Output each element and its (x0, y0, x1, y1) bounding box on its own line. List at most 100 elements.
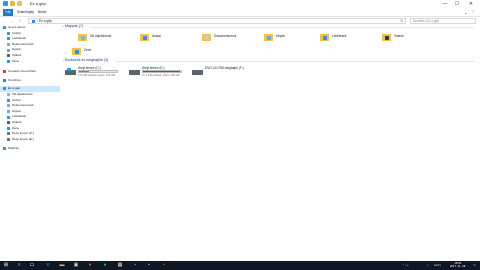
app-icon[interactable]: ▦ (116, 262, 124, 269)
start-button[interactable]: ⊞ (2, 262, 10, 269)
clock-date: 2017. 11. 28. (449, 264, 467, 269)
documents-folder-icon (202, 33, 211, 41)
ribbon-expand-button[interactable]: ⌄ (462, 9, 469, 16)
tab-view[interactable]: Nézet (36, 9, 48, 16)
group-header-folders[interactable]: Mappák (7) (65, 24, 83, 29)
edge-icon[interactable]: e (44, 262, 52, 269)
pictures-icon (7, 48, 10, 52)
drive-1[interactable]: Helyi lemez (C:) 173 GB szabad, teljes: 2… (65, 66, 129, 80)
music-icon (7, 126, 10, 130)
breadcrumb-this-pc[interactable]: Ez a gép (39, 19, 52, 23)
videos-folder-icon (382, 33, 391, 41)
refresh-button[interactable]: ↻ (400, 19, 403, 23)
folder-label: Zene (84, 48, 92, 52)
drive-usage-fill (143, 71, 180, 72)
up-button[interactable]: ↑ (19, 18, 21, 24)
downloads-folder-icon (320, 33, 329, 41)
pictures-icon (7, 110, 10, 114)
nav-item-label: Zene (12, 58, 20, 63)
app-icon[interactable]: ▪ (160, 262, 168, 269)
language-indicator[interactable]: HUN (434, 261, 441, 270)
title-bar: Ez a gép — ☐ ✕ (0, 0, 480, 9)
drive-c-icon (7, 132, 10, 136)
nav-item-label: Ez a gép (8, 86, 21, 90)
maximize-button[interactable]: ☐ (452, 0, 462, 9)
nav-item-creative-cloud-files[interactable]: Creative Cloud Files (0, 69, 60, 75)
firefox-icon[interactable]: ● (86, 262, 94, 269)
download-icon (7, 37, 10, 41)
task-view-icon[interactable]: ▭ (28, 262, 36, 269)
content-pane: ⌄ Mappák (7) 3D objektumok Asztal Dokument… (62, 24, 480, 260)
drive-usage-bar (142, 70, 182, 73)
minimize-button[interactable]: — (440, 0, 450, 9)
drive-free-space: 11,7 GB szabad, teljes: 465 GB (142, 74, 180, 77)
hard-drive-icon (129, 68, 140, 75)
3d-objects-icon (7, 93, 10, 97)
tray-icons[interactable]: ⌃ ▪ ▪ (402, 261, 408, 270)
drive-usage-fill (79, 71, 90, 72)
documents-icon (7, 104, 10, 108)
nav-item-onedrive[interactable]: OneDrive (0, 78, 60, 84)
properties-icon[interactable] (10, 1, 15, 6)
address-bar[interactable]: › Ez a gép ↻ (28, 18, 406, 24)
premiere-icon[interactable]: ▪ (145, 262, 153, 269)
folder-dokumentumok[interactable]: Dokumentumok (202, 31, 260, 45)
drive-3[interactable]: DVD-CD-RW-meghajtó (F:) (192, 66, 256, 80)
dvd-drive-icon (192, 68, 203, 75)
close-button[interactable]: ✕ (466, 0, 476, 9)
desktop-icon (7, 98, 10, 102)
star-icon (3, 26, 6, 30)
file-explorer-icon[interactable]: ▬ (58, 262, 66, 269)
videos-icon (7, 121, 10, 125)
folder-label: 3D objektumok (90, 34, 112, 38)
back-button[interactable]: ← (3, 18, 7, 24)
nav-item-label: Helyi lemez (E:) (12, 136, 34, 141)
music-folder-icon (72, 47, 81, 55)
forward-button[interactable]: → (10, 18, 14, 24)
nav-item-hálózat[interactable]: Hálózat (0, 146, 60, 152)
windows-drive-icon (65, 68, 76, 75)
folder-letöltések[interactable]: Letöltések (320, 31, 378, 45)
folder-asztal[interactable]: Asztal (140, 31, 198, 45)
tab-file[interactable]: Fájl (3, 9, 13, 16)
folder-képek[interactable]: Képek (264, 31, 322, 45)
group-header-drives[interactable]: Eszközök és meghajtók (3) (65, 58, 108, 63)
photoshop-icon[interactable]: ▪ (131, 262, 139, 269)
videos-icon (7, 54, 10, 58)
creative-cloud-icon (3, 70, 6, 74)
desktop-icon (7, 31, 10, 35)
tab-computer[interactable]: Számítógép (15, 9, 36, 16)
network-icon (3, 147, 6, 151)
nav-item-zene[interactable]: Zene (0, 59, 60, 65)
help-button[interactable]: ? (470, 9, 476, 16)
drive-2[interactable]: Helyi lemez (E:) 11,7 GB szabad, teljes: … (129, 66, 193, 80)
folder-3d-objektumok[interactable]: 3D objektumok (78, 31, 136, 45)
taskbar: ⊞ ○ ▭ e ▬ ▣ ● ● ▦ ▪ ▪ ▪ ⌃ ▪ ▪ ♪ HUN 18:5… (0, 261, 480, 270)
window-title: Ez a gép (30, 1, 46, 6)
folder-videók[interactable]: Videók (382, 31, 440, 45)
folder-label: Asztal (152, 34, 161, 38)
drive-usage-bar (78, 70, 118, 73)
nav-item-label: Hálózat (8, 146, 19, 150)
new-folder-icon[interactable] (17, 1, 22, 6)
notifications-icon[interactable]: ▭ (473, 261, 476, 270)
volume-icon[interactable]: ♪ (427, 261, 429, 270)
search-input[interactable]: Keresés: Ez a gép (410, 18, 476, 24)
pictures-folder-icon (264, 33, 273, 41)
nav-item-helyi-lemez-e-[interactable]: Helyi lemez (E:) (0, 137, 60, 143)
clock[interactable]: 18:51 2017. 11. 28. (446, 261, 470, 269)
this-pc-icon (3, 87, 6, 91)
drive-e-icon (7, 138, 10, 142)
nav-item-ez-a-gép[interactable]: Ez a gép (0, 86, 60, 92)
drive-name: DVD-CD-RW-meghajtó (F:) (205, 66, 244, 70)
nav-item-label: Creative Cloud Files (8, 69, 36, 73)
drive-free-space: 173 GB szabad, teljes: 236 GB (78, 74, 115, 77)
folder-label: Videók (394, 34, 404, 38)
folder-label: Dokumentumok (214, 34, 237, 38)
this-pc-icon (32, 19, 35, 23)
store-icon[interactable]: ▣ (72, 262, 80, 269)
search-icon[interactable]: ○ (15, 262, 23, 269)
spotify-icon[interactable]: ● (101, 262, 109, 269)
desktop-folder-icon (140, 33, 149, 41)
folder-zene[interactable]: Zene (72, 45, 130, 59)
